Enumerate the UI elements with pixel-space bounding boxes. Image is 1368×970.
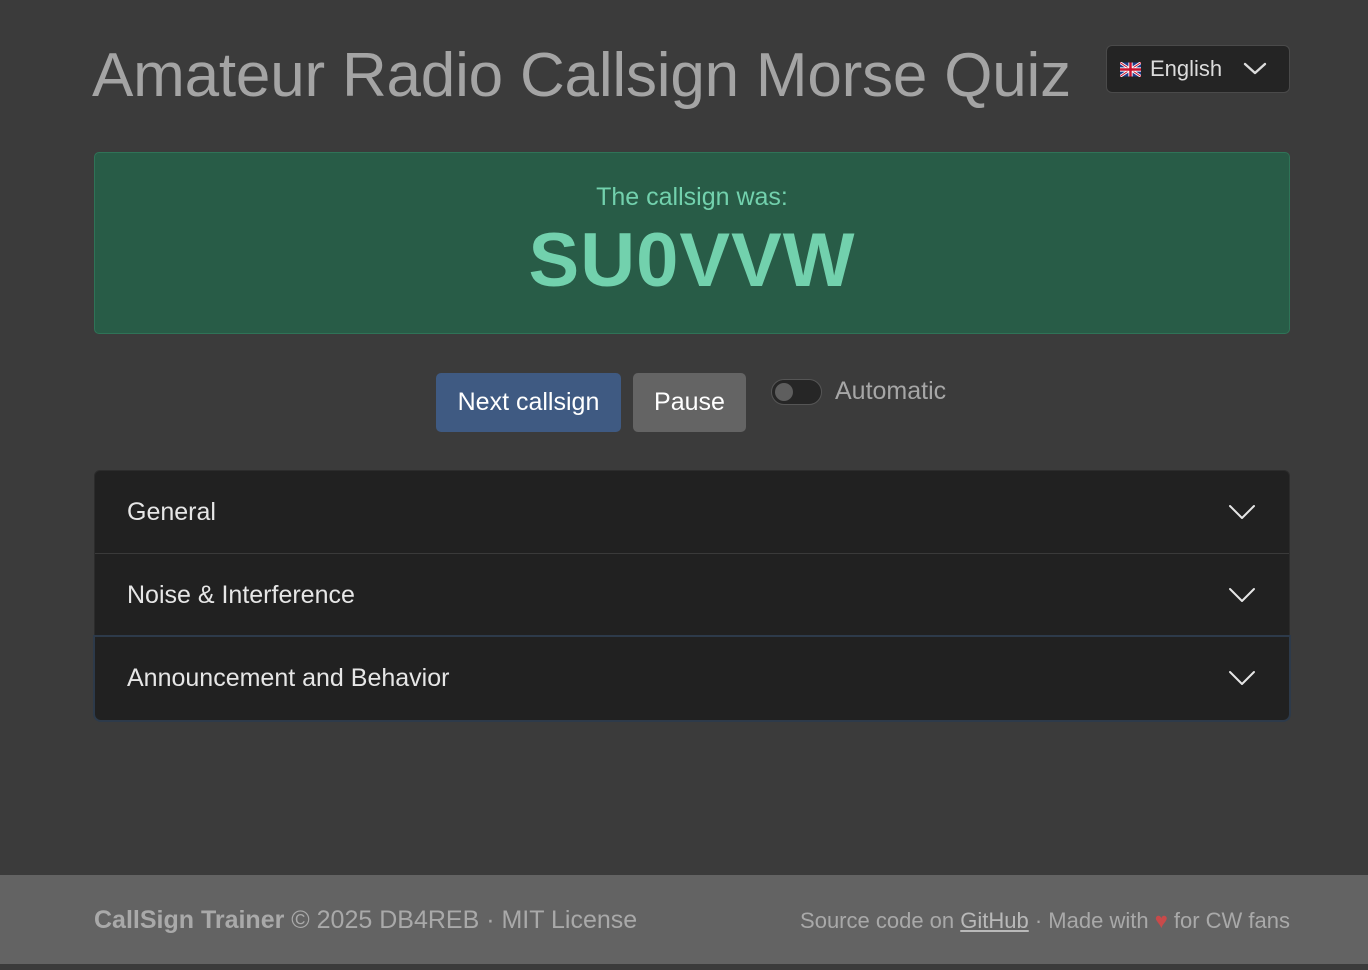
accordion-item-announcement-behavior[interactable]: Announcement and Behavior xyxy=(95,637,1289,720)
accordion-label-noise-interference: Noise & Interference xyxy=(127,581,355,609)
automatic-toggle-label[interactable]: Automatic xyxy=(835,377,946,406)
footer-for-fans: for CW fans xyxy=(1167,908,1290,933)
footer-copyright: CallSign Trainer © 2025 DB4REB · MIT Lic… xyxy=(94,906,637,935)
footer-source-prefix: Source code on xyxy=(800,908,961,933)
result-label: The callsign was: xyxy=(596,183,788,211)
chevron-down-icon xyxy=(1243,62,1267,75)
settings-accordion: General Noise & Interference Announcemen… xyxy=(94,470,1290,721)
language-selected-label: English xyxy=(1150,56,1223,81)
github-link[interactable]: GitHub xyxy=(960,908,1028,933)
page-title: Amateur Radio Callsign Morse Quiz xyxy=(92,41,1071,110)
pause-button[interactable]: Pause xyxy=(633,373,746,432)
footer-made-with: · Made with xyxy=(1028,908,1155,933)
chevron-down-icon xyxy=(1229,671,1255,685)
uk-flag-icon xyxy=(1120,61,1141,77)
accordion-item-general[interactable]: General xyxy=(95,471,1289,554)
automatic-toggle[interactable] xyxy=(771,379,822,405)
language-select[interactable]: English xyxy=(1106,45,1290,93)
footer-brand: CallSign Trainer xyxy=(94,906,285,934)
result-callsign: SU0VVW xyxy=(528,218,856,303)
footer-copyright-text: © 2025 DB4REB · MIT License xyxy=(284,906,638,934)
result-alert: The callsign was: SU0VVW xyxy=(94,152,1290,334)
chevron-down-icon xyxy=(1229,505,1255,519)
header: Amateur Radio Callsign Morse Quiz Englis… xyxy=(92,0,1290,140)
footer-links: Source code on GitHub · Made with ♥ for … xyxy=(800,908,1290,934)
accordion-label-announcement-behavior: Announcement and Behavior xyxy=(127,664,450,692)
chevron-down-icon xyxy=(1229,588,1255,602)
next-callsign-button[interactable]: Next callsign xyxy=(436,373,621,432)
accordion-label-general: General xyxy=(127,498,216,526)
bottom-strip xyxy=(0,964,1368,970)
main-container: Amateur Radio Callsign Morse Quiz Englis… xyxy=(92,0,1290,721)
toggle-knob xyxy=(775,383,793,401)
controls-bar: Next callsign Pause Automatic xyxy=(94,373,1290,433)
footer: CallSign Trainer © 2025 DB4REB · MIT Lic… xyxy=(0,875,1368,964)
accordion-item-noise-interference[interactable]: Noise & Interference xyxy=(95,554,1289,637)
app-page: Amateur Radio Callsign Morse Quiz Englis… xyxy=(0,0,1368,970)
heart-icon: ♥ xyxy=(1154,908,1168,933)
